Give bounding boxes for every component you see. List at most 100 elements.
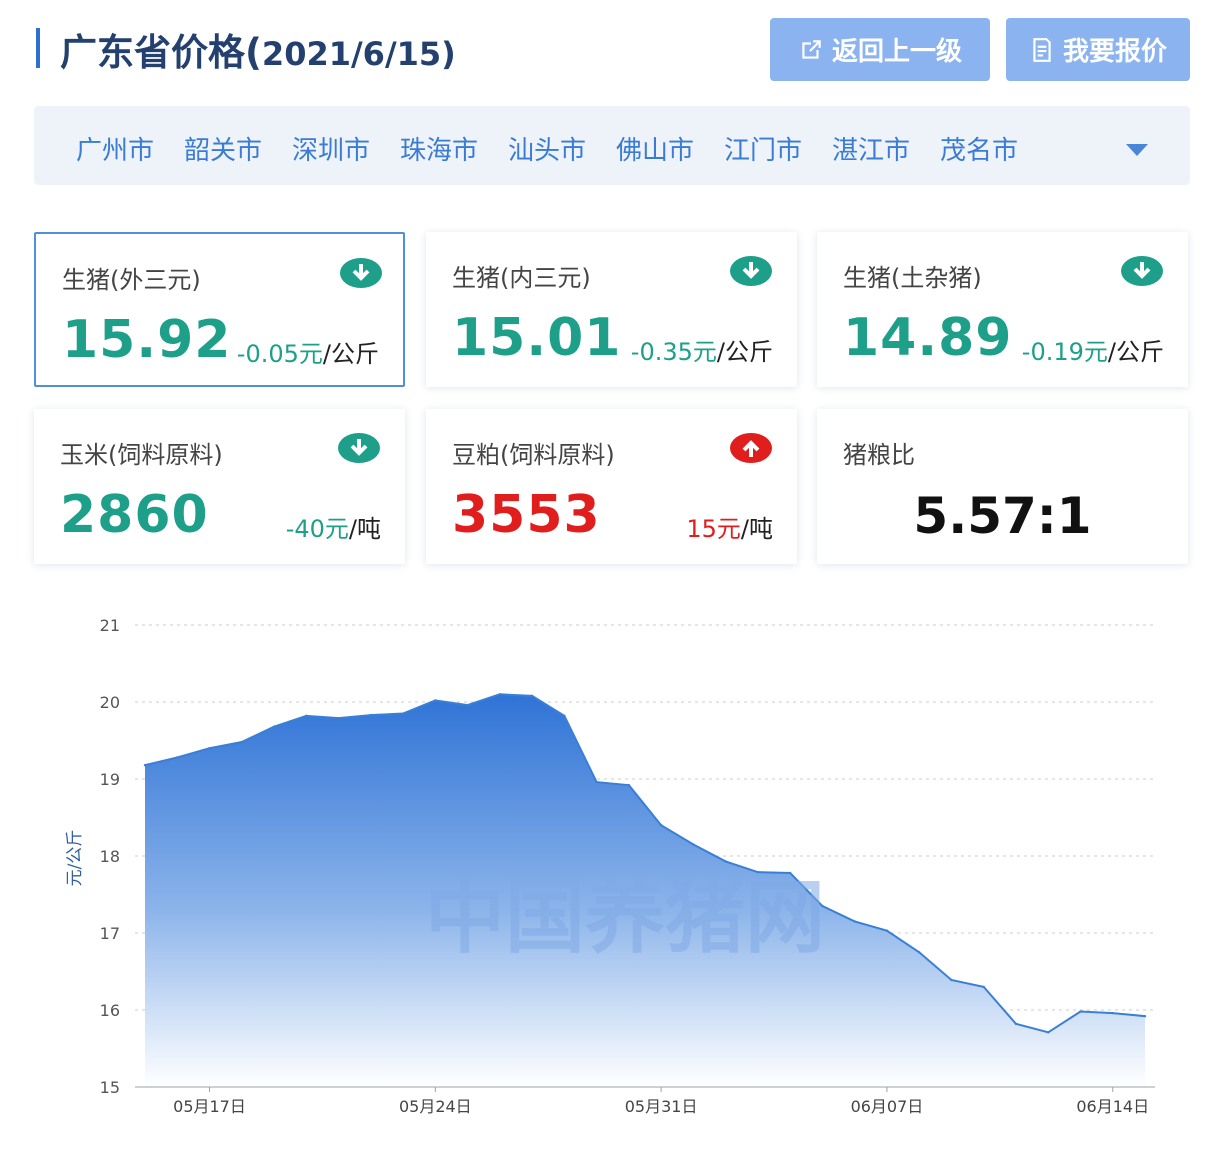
price-card[interactable]: 生猪(内三元) 15.01 -0.35元/公斤: [426, 232, 797, 387]
card-change: -0.19元/公斤: [1022, 332, 1164, 367]
data-point: [853, 920, 856, 923]
hog-grain-ratio: 5.57:1: [913, 487, 1092, 545]
data-point: [176, 756, 179, 759]
data-point: [917, 951, 921, 954]
card-price: 2860: [60, 485, 209, 545]
card-name: 生猪(土杂猪): [843, 264, 982, 292]
data-point: [466, 703, 469, 707]
page-title-date: 2021/6/15): [261, 35, 456, 73]
card-change-value: -0.05元: [236, 340, 323, 368]
x-tick-label: 06月07日: [851, 1097, 924, 1116]
data-point: [208, 747, 211, 750]
title-accent-bar: [36, 28, 40, 68]
card-price: 14.89: [843, 308, 1013, 368]
card-change-value: 15元: [686, 515, 741, 543]
data-point: [530, 694, 534, 698]
y-tick-label: 21: [100, 616, 120, 635]
data-point: [950, 978, 953, 982]
x-tick-label: 05月24日: [399, 1097, 472, 1116]
data-point: [143, 763, 147, 767]
city-tab[interactable]: 韶关市: [184, 130, 262, 167]
card-price: 15.92: [62, 310, 232, 370]
price-card[interactable]: 玉米(饲料原料) 2860 -40元/吨: [34, 409, 405, 564]
data-point: [272, 725, 276, 728]
city-tab[interactable]: 佛山市: [616, 130, 694, 167]
x-tick-label: 05月31日: [625, 1097, 698, 1116]
page-header: 广东省价格(2021/6/15) 返回上一级 我要报价: [36, 18, 1196, 88]
y-tick-label: 18: [100, 847, 120, 866]
data-point: [498, 693, 502, 696]
city-tab[interactable]: 珠海市: [400, 130, 478, 167]
back-button-label: 返回上一级: [831, 37, 962, 67]
arrow-down-icon: [338, 433, 380, 463]
x-tick-label: 06月14日: [1076, 1097, 1149, 1116]
y-tick-label: 17: [100, 924, 120, 943]
city-tab[interactable]: 广州市: [76, 130, 154, 167]
card-change: -40元/吨: [286, 509, 381, 544]
data-point: [305, 714, 308, 718]
city-tab[interactable]: 江门市: [724, 130, 802, 167]
city-tab[interactable]: 湛江市: [832, 130, 910, 167]
card-change: -0.35元/公斤: [631, 332, 773, 367]
quote-button-label: 我要报价: [1062, 37, 1167, 67]
price-card[interactable]: 生猪(土杂猪) 14.89 -0.19元/公斤: [817, 232, 1188, 387]
y-tick-label: 19: [100, 770, 120, 789]
page-title-text: 广东省价格(: [60, 31, 262, 74]
arrow-down-icon: [340, 258, 382, 288]
card-name: 豆粕(饲料原料): [452, 441, 615, 469]
card-change-value: -0.35元: [630, 338, 717, 366]
data-point: [401, 712, 405, 715]
ratio-card: 猪粮比 5.57:1: [817, 409, 1188, 564]
arrow-up-icon: [730, 433, 772, 463]
price-card[interactable]: 生猪(外三元) 15.92 -0.05元/公斤: [34, 232, 405, 387]
card-price: 3553: [452, 485, 601, 545]
data-point: [1079, 1010, 1082, 1013]
share-icon: [802, 39, 821, 59]
city-tabs: 广州市 韶关市 深圳市 珠海市 汕头市 佛山市 江门市 湛江市 茂名市: [34, 106, 1190, 185]
card-price: 15.01: [452, 308, 622, 368]
data-point: [627, 783, 631, 787]
x-tick-label: 05月17日: [173, 1097, 246, 1116]
card-unit: /公斤: [322, 340, 379, 368]
data-point: [659, 824, 663, 827]
y-tick-label: 16: [100, 1001, 120, 1020]
card-change-value: -40元: [285, 515, 349, 543]
data-point: [724, 860, 727, 863]
back-button[interactable]: 返回上一级: [770, 18, 990, 81]
card-change: -0.05元/公斤: [237, 334, 379, 369]
y-tick-label: 20: [100, 693, 120, 712]
card-name: 生猪(外三元): [62, 266, 201, 294]
y-axis-label: 元/公斤: [65, 830, 85, 887]
data-point: [337, 716, 340, 720]
card-name: 玉米(饲料原料): [60, 441, 223, 469]
card-unit: /吨: [740, 515, 773, 543]
card-change: 15元/吨: [686, 509, 773, 544]
arrow-down-icon: [1121, 256, 1163, 286]
data-point: [434, 699, 437, 702]
watermark: 中国养猪网: [425, 871, 825, 964]
card-unit: /公斤: [716, 338, 773, 366]
price-chart: 中国养猪网 21 20 19 18 17 16 15 05月17日 05月24日 05月31日 06…: [65, 616, 1155, 1116]
card-name: 猪粮比: [843, 441, 915, 469]
data-point: [563, 714, 566, 718]
document-icon: [1033, 37, 1051, 62]
data-point: [692, 843, 695, 846]
data-point: [1014, 1022, 1018, 1026]
city-tab[interactable]: 茂名市: [940, 130, 1018, 167]
data-point: [1111, 1011, 1114, 1015]
data-point: [982, 985, 985, 989]
quote-button[interactable]: 我要报价: [1006, 18, 1190, 81]
arrow-down-icon: [730, 256, 772, 286]
chevron-down-icon[interactable]: [1126, 144, 1148, 156]
y-tick-label: 15: [100, 1078, 120, 1097]
price-card[interactable]: 豆粕(饲料原料) 3553 15元/吨: [426, 409, 797, 564]
page-title: 广东省价格(2021/6/15): [60, 22, 456, 76]
card-name: 生猪(内三元): [452, 264, 591, 292]
data-point: [885, 929, 889, 932]
data-point: [369, 713, 373, 717]
card-change-value: -0.19元: [1021, 338, 1108, 366]
card-unit: /公斤: [1107, 338, 1164, 366]
city-tab[interactable]: 汕头市: [508, 130, 586, 167]
city-tab[interactable]: 深圳市: [292, 130, 370, 167]
data-point: [595, 780, 598, 784]
